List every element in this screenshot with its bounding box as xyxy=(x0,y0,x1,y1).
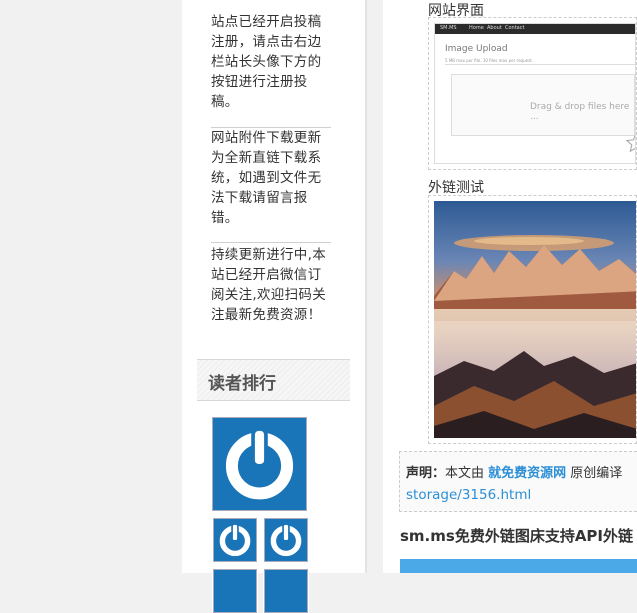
top-reader-avatar[interactable] xyxy=(211,416,308,512)
site-screenshot-frame: SM.MS Home About Contact Image Upload 5 … xyxy=(428,17,637,170)
screenshot-title: Image Upload xyxy=(445,44,508,54)
screenshot-subtitle: 5 MB max per file. 10 files max per requ… xyxy=(445,58,534,63)
article-url-link[interactable]: storage/3156.html xyxy=(406,487,531,503)
external-link-image-frame xyxy=(428,195,637,444)
declaration-prefix: 本文由 xyxy=(445,466,489,481)
reader-avatar[interactable] xyxy=(263,568,309,613)
reader-avatar[interactable] xyxy=(212,517,258,563)
notice-download: 网站附件下载更新为全新直链下载系统，如遇到文件无法下载请留言报错。 xyxy=(211,130,322,226)
notice-submission: 站点已经开启投稿注册，请点击右边栏站长头像下方的按钮进行注册投稿。 xyxy=(211,14,322,110)
blue-banner xyxy=(400,559,637,573)
copyright-declaration: 声明：本文由 就免费资源网 原创编译 storage/3156.html xyxy=(399,451,637,512)
declaration-text: 声明：本文由 就免费资源网 原创编译 xyxy=(406,462,622,481)
screenshot-navbar: SM.MS Home About Contact xyxy=(435,24,635,34)
power-logo-icon xyxy=(270,523,302,557)
mountain-landscape-image xyxy=(434,201,636,438)
notice-divider xyxy=(211,242,331,243)
site-screenshot[interactable]: SM.MS Home About Contact Image Upload 5 … xyxy=(434,23,636,164)
dropzone-text: Drag & drop files here ... xyxy=(530,102,630,122)
screenshot-nav-item: Contact xyxy=(505,25,525,31)
screenshot-dropzone: Drag & drop files here ... xyxy=(451,74,635,136)
power-logo-icon xyxy=(219,523,251,557)
readers-ranking-title: 读者排行 xyxy=(208,374,276,394)
readers-ranking-header: 读者排行 xyxy=(197,359,350,401)
reader-avatar[interactable] xyxy=(263,517,309,563)
declaration-label: 声明： xyxy=(406,466,446,481)
notice-wechat: 持续更新进行中,本站已经开启微信订阅关注,欢迎扫码关注最新免费资源！ xyxy=(211,247,326,323)
screenshot-logo: SM.MS xyxy=(440,25,457,31)
source-site-link[interactable]: 就免费资源网 xyxy=(488,466,566,481)
sidebar-border xyxy=(365,0,367,573)
screenshot-nav-item: About xyxy=(487,25,502,31)
caption-link-test: 外链测试 xyxy=(428,180,484,196)
screenshot-divider xyxy=(445,64,635,65)
mountain-photo[interactable] xyxy=(434,201,636,438)
reader-avatar[interactable] xyxy=(212,568,258,613)
screenshot-nav-item: Home xyxy=(469,25,484,31)
power-logo-icon xyxy=(225,427,294,500)
declaration-suffix: 原创编译 xyxy=(566,466,623,481)
related-post-heading[interactable]: sm.ms免费外链图床支持API外链 xyxy=(400,525,633,546)
star-icon xyxy=(625,134,635,153)
